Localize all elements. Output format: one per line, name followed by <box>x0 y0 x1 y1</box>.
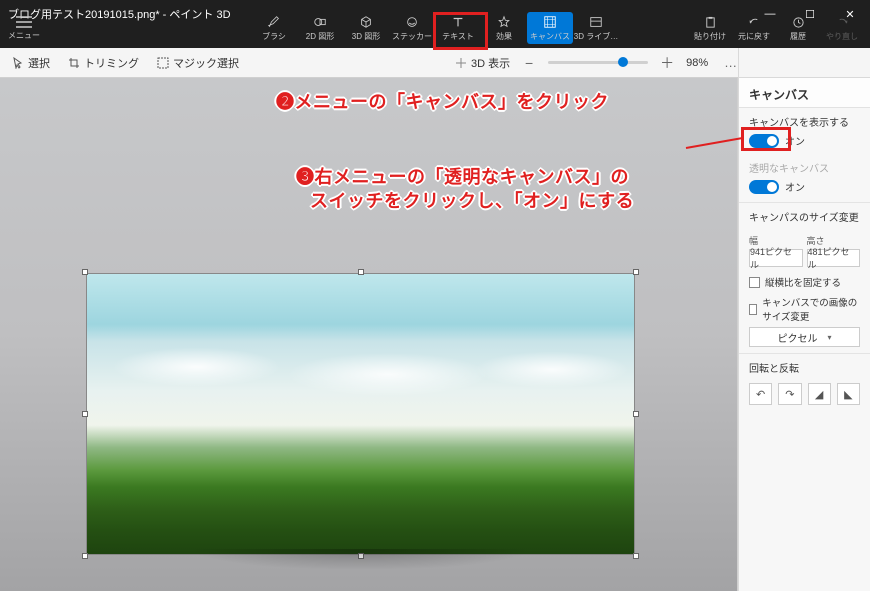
rotate-left-button[interactable]: ↶ <box>749 383 772 405</box>
redo-icon <box>836 16 849 29</box>
brush-icon <box>267 15 281 29</box>
tab-library-label: 3D ライブ… <box>574 31 618 42</box>
resize-img-label: キャンバスでの画像のサイズ変更 <box>762 295 860 323</box>
image-clouds <box>87 347 634 397</box>
view3d-icon <box>455 57 467 69</box>
tab-brush-label: ブラシ <box>262 31 286 42</box>
tab-effects-label: 効果 <box>496 31 512 42</box>
history-icon <box>792 16 805 29</box>
checkbox-icon <box>749 304 757 315</box>
unit-value: ピクセル <box>777 330 817 345</box>
history-label: 履歴 <box>790 31 806 42</box>
crop-tool[interactable]: トリミング <box>68 55 139 71</box>
rotate-right-button[interactable]: ↷ <box>778 383 801 405</box>
history-button[interactable]: 履歴 <box>780 16 816 42</box>
ribbon-right: 貼り付け 元に戻す 履歴 やり直し <box>692 16 860 42</box>
paste-icon <box>704 16 717 29</box>
canvas-icon <box>543 15 557 29</box>
canvas-image[interactable] <box>86 273 635 555</box>
height-input[interactable]: 481ピクセル <box>807 249 861 267</box>
view-3d-toggle[interactable]: 3D 表示 <box>455 55 510 71</box>
canvas-selection[interactable] <box>86 273 635 555</box>
zoom-slider[interactable] <box>548 61 648 64</box>
select-tool[interactable]: 選択 <box>12 55 50 71</box>
annotation-step3b-text: スイッチをクリックし、「オン」にする <box>310 187 634 213</box>
shapes-3d-icon <box>359 15 373 29</box>
magic-select-tool[interactable]: マジック選択 <box>157 55 239 71</box>
width-input[interactable]: 941ピクセル <box>749 249 803 267</box>
tab-3d-shapes[interactable]: 3D 図形 <box>343 12 389 44</box>
paste-button[interactable]: 貼り付け <box>692 16 728 42</box>
magic-icon <box>157 57 169 69</box>
canvas-workarea[interactable] <box>0 78 738 591</box>
library-icon <box>589 15 603 29</box>
panel-title: キャンバス <box>739 78 870 108</box>
unit-select[interactable]: ピクセル <box>749 327 860 347</box>
undo-icon <box>748 16 761 29</box>
sticker-icon <box>405 15 419 29</box>
zoom-in-button[interactable]: ＋ <box>660 53 674 73</box>
flip-vertical-button[interactable]: ◣ <box>837 383 860 405</box>
more-button[interactable]: … <box>724 55 737 70</box>
lock-aspect-label: 縦横比を固定する <box>765 275 841 289</box>
zoom-percent: 98% <box>686 57 708 69</box>
tab-canvas[interactable]: キャンバス <box>527 12 573 44</box>
resize-with-image-checkbox[interactable]: キャンバスでの画像のサイズ変更 <box>749 295 860 323</box>
flip-horizontal-button[interactable]: ◢ <box>808 383 831 405</box>
lock-aspect-checkbox[interactable]: 縦横比を固定する <box>749 275 860 289</box>
cursor-icon <box>12 57 24 69</box>
view3d-label: 3D 表示 <box>471 55 510 71</box>
shapes-2d-icon <box>313 15 327 29</box>
tab-sticker[interactable]: ステッカー <box>389 12 435 44</box>
resize-handle-bl[interactable] <box>82 553 88 559</box>
tab-canvas-label: キャンバス <box>530 31 570 42</box>
annotation-highlight-transparent-toggle <box>741 127 791 151</box>
resize-handle-tl[interactable] <box>82 269 88 275</box>
annotation-step3a-text: ❸右メニューの「透明なキャンバス」の <box>296 163 629 189</box>
resize-handle-br[interactable] <box>633 553 639 559</box>
transparent-canvas-label: 透明なキャンバス <box>749 160 860 175</box>
tab-2d-shapes[interactable]: 2D 図形 <box>297 12 343 44</box>
resize-handle-tm[interactable] <box>358 269 364 275</box>
rotate-section-title: 回転と反転 <box>739 353 870 377</box>
paste-label: 貼り付け <box>694 31 726 42</box>
annotation-step2-text: ❷メニューの「キャンバス」をクリック <box>276 88 609 114</box>
crop-icon <box>68 57 80 69</box>
canvas-shadow <box>156 549 565 579</box>
tab-brush[interactable]: ブラシ <box>251 12 297 44</box>
zoom-thumb[interactable] <box>618 57 628 67</box>
undo-button[interactable]: 元に戻す <box>736 16 772 42</box>
transparent-canvas-state: オン <box>785 179 805 194</box>
resize-handle-ml[interactable] <box>82 411 88 417</box>
tab-2d-label: 2D 図形 <box>306 31 334 42</box>
tab-3d-library[interactable]: 3D ライブ… <box>573 12 619 44</box>
redo-label: やり直し <box>826 31 858 42</box>
tab-sticker-label: ステッカー <box>392 31 432 42</box>
crop-label: トリミング <box>84 55 139 71</box>
redo-button[interactable]: やり直し <box>824 16 860 42</box>
resize-handle-tr[interactable] <box>633 269 639 275</box>
zoom-out-button[interactable]: − <box>522 55 536 71</box>
annotation-highlight-canvas-tab <box>433 12 488 50</box>
magic-label: マジック選択 <box>173 55 239 71</box>
resize-section-title: キャンパスのサイズ変更 <box>739 202 870 226</box>
resize-handle-mr[interactable] <box>633 411 639 417</box>
undo-label: 元に戻す <box>738 31 770 42</box>
checkbox-icon <box>749 277 760 288</box>
transparent-canvas-toggle[interactable] <box>749 180 779 194</box>
effects-icon <box>497 15 511 29</box>
tab-3d-label: 3D 図形 <box>352 31 380 42</box>
select-label: 選択 <box>28 55 50 71</box>
